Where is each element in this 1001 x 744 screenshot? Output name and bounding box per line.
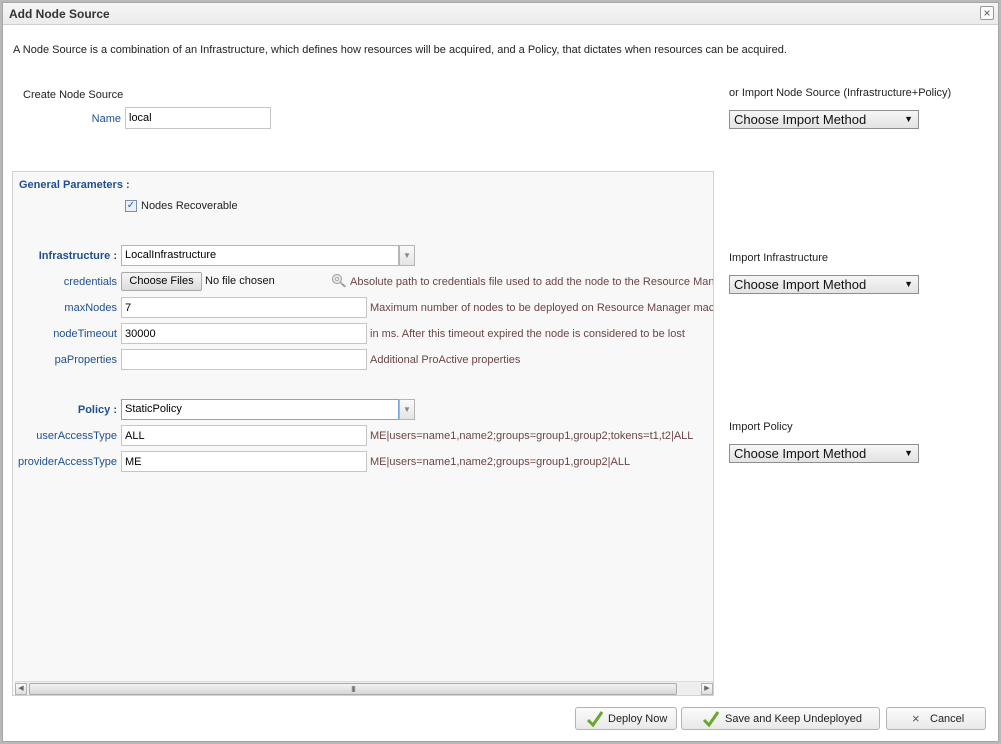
useraccesstype-label: userAccessType bbox=[36, 430, 117, 442]
nodetimeout-label: nodeTimeout bbox=[53, 328, 117, 340]
intro-text: A Node Source is a combination of an Inf… bbox=[13, 44, 787, 56]
chevron-down-icon[interactable]: ▼ bbox=[399, 399, 415, 420]
horizontal-scrollbar[interactable]: ◀ III ▶ bbox=[15, 681, 713, 695]
check-icon bbox=[586, 711, 604, 728]
import-node-source-select[interactable]: Choose Import Method ▼ bbox=[729, 110, 919, 129]
infrastructure-label: Infrastructure : bbox=[38, 250, 117, 262]
close-icon[interactable]: × bbox=[980, 6, 994, 20]
x-icon: × bbox=[912, 711, 920, 726]
import-policy-title: Import Policy bbox=[729, 421, 793, 433]
name-input[interactable] bbox=[125, 107, 271, 129]
import-policy-selected: Choose Import Method bbox=[734, 446, 867, 461]
nodetimeout-input[interactable] bbox=[121, 323, 367, 344]
import-node-source-selected: Choose Import Method bbox=[734, 112, 867, 127]
paproperties-label: paProperties bbox=[54, 354, 117, 366]
provideraccesstype-hint: ME|users=name1,name2;groups=group1,group… bbox=[370, 456, 631, 468]
nodes-recoverable-label: Nodes Recoverable bbox=[141, 200, 238, 212]
policy-select[interactable]: StaticPolicy bbox=[121, 399, 399, 420]
credentials-hint: Absolute path to credentials file used t… bbox=[350, 276, 714, 288]
dropdown-arrow-icon: ▼ bbox=[904, 279, 913, 289]
import-infrastructure-selected: Choose Import Method bbox=[734, 277, 867, 292]
scroll-right-icon[interactable]: ▶ bbox=[701, 683, 713, 695]
dropdown-arrow-icon: ▼ bbox=[904, 448, 913, 458]
check-icon bbox=[702, 711, 720, 728]
add-node-source-dialog: Add Node Source × A Node Source is a com… bbox=[2, 2, 999, 742]
file-status: No file chosen bbox=[205, 275, 275, 287]
chevron-down-icon[interactable]: ▼ bbox=[399, 245, 415, 266]
deploy-now-button[interactable]: Deploy Now bbox=[575, 707, 677, 730]
scrollbar-thumb[interactable]: III bbox=[29, 683, 677, 695]
useraccesstype-input[interactable] bbox=[121, 425, 367, 446]
dialog-title: Add Node Source bbox=[9, 7, 110, 21]
nodes-recoverable-checkbox[interactable]: ✓ bbox=[125, 200, 137, 212]
save-keep-undeployed-button[interactable]: Save and Keep Undeployed bbox=[681, 707, 880, 730]
dropdown-arrow-icon: ▼ bbox=[904, 114, 913, 124]
import-policy-select[interactable]: Choose Import Method ▼ bbox=[729, 444, 919, 463]
dialog-titlebar[interactable]: Add Node Source × bbox=[3, 3, 998, 25]
credentials-label: credentials bbox=[63, 276, 117, 288]
cancel-button[interactable]: × Cancel bbox=[886, 707, 986, 730]
import-node-source-title: or Import Node Source (Infrastructure+Po… bbox=[729, 87, 952, 99]
key-icon bbox=[332, 274, 347, 288]
deploy-now-label: Deploy Now bbox=[608, 713, 668, 725]
name-label: Name bbox=[91, 113, 121, 125]
infrastructure-select[interactable]: LocalInfrastructure bbox=[121, 245, 399, 266]
paproperties-hint: Additional ProActive properties bbox=[370, 354, 521, 366]
parameters-panel: General Parameters : ✓ Nodes Recoverable… bbox=[12, 171, 714, 696]
provideraccesstype-input[interactable] bbox=[121, 451, 367, 472]
save-keep-undeployed-label: Save and Keep Undeployed bbox=[725, 713, 862, 725]
provideraccesstype-label: providerAccessType bbox=[17, 456, 117, 468]
paproperties-input[interactable] bbox=[121, 349, 367, 370]
maxnodes-label: maxNodes bbox=[64, 302, 117, 314]
choose-files-button[interactable]: Choose Files bbox=[121, 272, 202, 291]
create-node-source-heading: Create Node Source bbox=[23, 89, 124, 101]
policy-label: Policy : bbox=[77, 404, 117, 416]
scroll-left-icon[interactable]: ◀ bbox=[15, 683, 27, 695]
maxnodes-hint: Maximum number of nodes to be deployed o… bbox=[370, 302, 714, 314]
import-infrastructure-title: Import Infrastructure bbox=[729, 252, 829, 264]
general-parameters-title: General Parameters : bbox=[19, 179, 130, 191]
nodetimeout-hint: in ms. After this timeout expired the no… bbox=[370, 328, 685, 340]
maxnodes-input[interactable] bbox=[121, 297, 367, 318]
import-infrastructure-select[interactable]: Choose Import Method ▼ bbox=[729, 275, 919, 294]
useraccesstype-hint: ME|users=name1,name2;groups=group1,group… bbox=[370, 430, 694, 442]
cancel-label: Cancel bbox=[930, 713, 965, 725]
scrollbar-grip: III bbox=[351, 685, 356, 694]
